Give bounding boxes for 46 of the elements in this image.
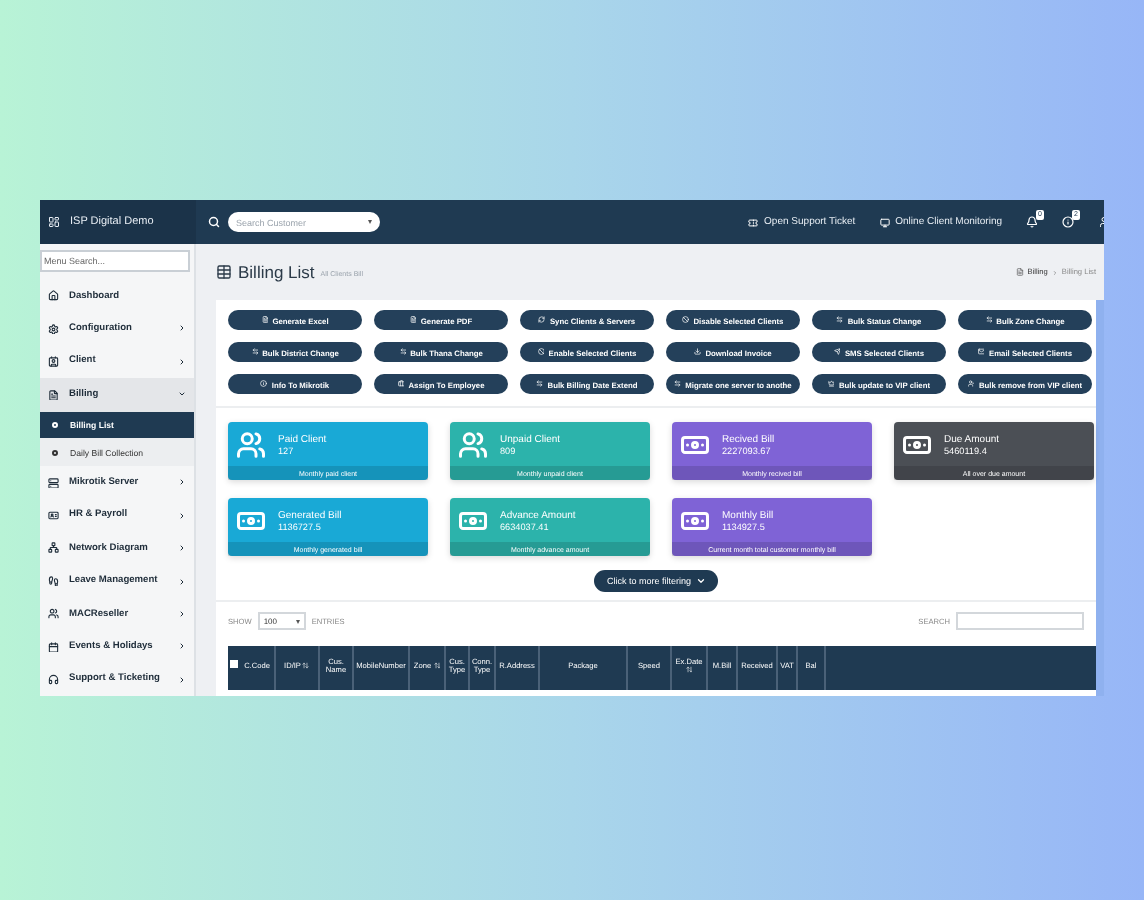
sort-icon	[302, 662, 310, 670]
swap-arrows-icon	[985, 316, 993, 324]
user-minus-icon	[967, 380, 975, 388]
footprints-icon	[48, 575, 59, 587]
swap-arrows-icon	[674, 380, 682, 388]
refresh-icon	[538, 316, 546, 324]
chevron-down-icon	[695, 576, 705, 586]
mail-icon	[977, 348, 985, 356]
settings-icon	[48, 323, 59, 335]
select-all-checkbox[interactable]	[230, 660, 238, 668]
crown-icon	[827, 380, 835, 388]
document-icon	[261, 316, 269, 324]
document-icon	[48, 389, 59, 401]
page-title: Billing List	[238, 262, 315, 282]
contact-card-icon	[48, 356, 59, 368]
swap-arrows-icon	[399, 348, 407, 356]
sort-icon	[433, 662, 441, 670]
logo-icon	[48, 216, 60, 228]
swap-arrows-icon	[836, 316, 844, 324]
ban-icon	[682, 316, 690, 324]
server-icon	[48, 477, 59, 489]
briefcase-icon	[397, 380, 405, 388]
users-icon	[48, 608, 59, 620]
document-icon	[1015, 268, 1024, 276]
ticket-icon	[748, 217, 759, 227]
ban-icon	[537, 348, 545, 356]
users-icon	[236, 429, 266, 459]
sort-icon	[685, 666, 693, 674]
send-icon	[833, 348, 841, 356]
calendar-icon	[48, 641, 59, 653]
swap-arrows-icon	[251, 348, 259, 356]
headphones-icon	[48, 674, 59, 686]
home-icon	[48, 290, 59, 302]
info-icon	[1062, 216, 1074, 228]
document-icon	[409, 316, 417, 324]
bell-icon	[1026, 216, 1038, 228]
table-icon	[216, 264, 232, 280]
id-card-icon	[48, 509, 59, 521]
download-icon	[694, 348, 702, 356]
table-search-field[interactable]	[956, 612, 1084, 630]
info-icon	[260, 380, 268, 388]
swap-arrows-icon	[536, 380, 544, 388]
monitor-icon	[879, 217, 890, 227]
network-icon	[48, 542, 59, 554]
users-icon	[458, 429, 488, 459]
search-icon	[208, 216, 220, 228]
